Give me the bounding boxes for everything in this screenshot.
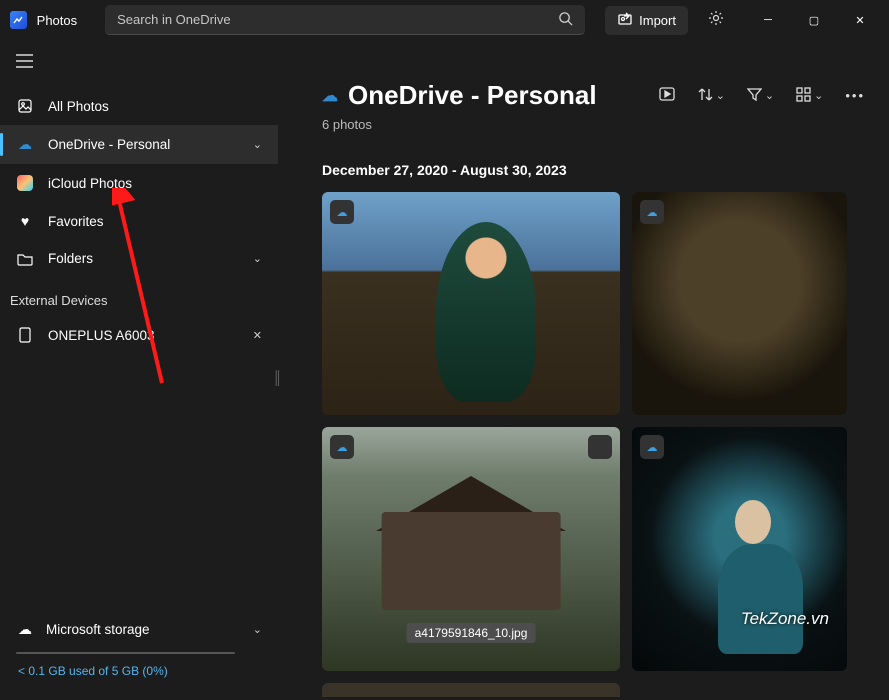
page-title: ☁ OneDrive - Personal [322,80,597,111]
photo-thumbnail[interactable]: ☁ [632,192,847,415]
gear-icon [708,10,724,31]
search-input[interactable]: Search in OneDrive [105,5,585,35]
icloud-icon [16,175,34,191]
device-label: ONEPLUS A6003 [48,328,239,343]
photo-thumbnail[interactable]: ☁ a4179591846_10.jpg [322,427,620,671]
minimize-icon: ─ [764,14,772,26]
sidebar-device-item[interactable]: ONEPLUS A6003 ✕ [0,316,278,354]
main-content: ☁ OneDrive - Personal ⌄ ⌄ ⌄ ••• 6 photos… [278,40,889,700]
phone-icon [16,327,34,343]
sidebar-item-label: All Photos [48,99,262,114]
sidebar-item-all-photos[interactable]: All Photos [0,87,278,125]
sidebar-item-label: OneDrive - Personal [48,137,239,152]
photo-thumbnail[interactable]: ☁ [322,192,620,415]
filter-button[interactable]: ⌄ [743,83,778,109]
cloud-icon: ☁ [322,86,338,106]
cloud-badge-icon: ☁ [330,200,354,224]
hamburger-icon [16,55,33,72]
cloud-badge-icon: ☁ [330,435,354,459]
import-button[interactable]: Import [605,6,688,35]
storage-button[interactable]: ☁ Microsoft storage ⌄ [10,613,268,646]
cloud-badge-icon: ☁ [640,200,664,224]
page-title-text: OneDrive - Personal [348,80,597,111]
app-icon [10,11,27,29]
external-devices-header: External Devices [0,277,278,316]
folder-icon [16,252,34,266]
storage-usage-bar [16,652,235,654]
play-icon [658,85,676,106]
view-mode-button[interactable]: ⌄ [792,83,827,109]
heart-icon: ♥ [16,213,34,229]
import-icon [617,11,633,30]
search-placeholder: Search in OneDrive [117,12,558,27]
chevron-down-icon: ⌄ [814,89,823,102]
chevron-down-icon: ⌄ [253,623,262,636]
filter-icon [747,87,762,105]
more-button[interactable]: ••• [841,84,869,107]
maximize-icon: ▢ [809,14,819,27]
chevron-down-icon: ⌄ [716,89,725,102]
sidebar: All Photos ☁ OneDrive - Personal ⌄ iClou… [0,40,278,700]
app-title: Photos [37,13,77,28]
chevron-down-icon: ⌄ [765,89,774,102]
window-maximize-button[interactable]: ▢ [791,5,837,35]
selection-checkbox[interactable] [588,435,612,459]
grid-icon [796,87,811,105]
storage-usage-text: < 0.1 GB used of 5 GB (0%) [10,660,268,696]
close-icon: ✕ [855,14,864,27]
sort-icon [698,87,713,105]
import-label: Import [639,13,676,28]
sidebar-item-folders[interactable]: Folders ⌄ [0,240,278,277]
sidebar-item-label: Folders [48,251,239,266]
settings-button[interactable] [698,5,735,35]
search-icon [558,11,573,29]
cloud-badge-icon: ☁ [640,435,664,459]
sort-button[interactable]: ⌄ [694,83,729,109]
hamburger-button[interactable] [0,40,278,87]
window-minimize-button[interactable]: ─ [745,5,791,35]
storage-label: Microsoft storage [46,622,241,637]
more-icon: ••• [845,88,865,103]
chevron-down-icon: ⌄ [253,138,262,151]
gallery-icon [16,98,34,114]
photo-count: 6 photos [322,117,869,132]
sidebar-item-label: iCloud Photos [48,176,262,191]
slideshow-button[interactable] [654,81,680,110]
photo-thumbnail[interactable] [322,683,620,697]
watermark-text: TekZone.vn [741,609,829,629]
sidebar-item-label: Favorites [48,214,262,229]
sidebar-item-icloud[interactable]: iCloud Photos [0,164,278,202]
photo-thumbnail[interactable]: ☁ TekZone.vn [632,427,847,671]
cloud-icon: ☁ [16,136,34,153]
sidebar-item-onedrive[interactable]: ☁ OneDrive - Personal ⌄ [0,125,278,164]
chevron-down-icon: ⌄ [253,252,262,265]
date-group-header: December 27, 2020 - August 30, 2023 [322,162,869,178]
filename-tooltip: a4179591846_10.jpg [407,623,536,643]
photo-grid: ☁ ☁ ☁ a4179591846_10.jpg ☁ TekZone.vn [322,192,869,671]
window-close-button[interactable]: ✕ [837,5,883,35]
sidebar-item-favorites[interactable]: ♥ Favorites [0,202,278,240]
cloud-icon: ☁ [16,621,34,638]
eject-device-button[interactable]: ✕ [253,329,262,342]
